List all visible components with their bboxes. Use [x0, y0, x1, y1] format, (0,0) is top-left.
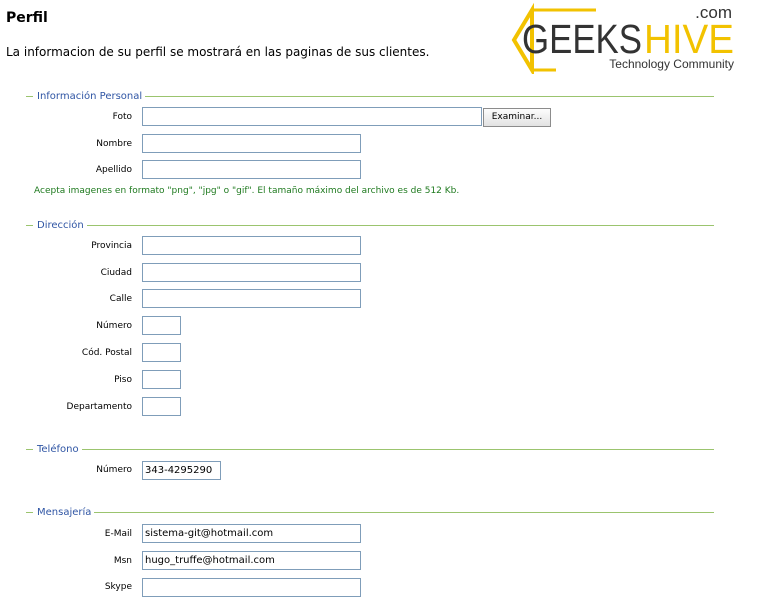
page-title: Perfil — [6, 10, 48, 26]
photo-format-note: Acepta imagenes en formato "png", "jpg" … — [34, 186, 460, 196]
section-mensajeria: Mensajería — [26, 506, 714, 520]
geekshive-logo: .com GEEKS HIVE Technology Community — [504, 2, 740, 74]
skype-input[interactable] — [142, 578, 361, 597]
section-rule — [26, 225, 714, 226]
section-personal: Información Personal — [26, 90, 714, 104]
email-input[interactable]: sistema-git@hotmail.com — [142, 524, 361, 543]
browse-button[interactable]: Examinar... — [483, 108, 551, 127]
depto-label: Departamento — [66, 402, 132, 412]
section-legend-telefono: Teléfono — [33, 443, 82, 456]
apellido-input[interactable] — [142, 160, 361, 179]
section-legend-personal: Información Personal — [33, 90, 146, 103]
section-telefono: Teléfono — [26, 443, 714, 457]
page-intro: La informacion de su perfil se mostrará … — [6, 45, 430, 59]
piso-input[interactable] — [142, 370, 181, 389]
foto-label: Foto — [112, 112, 132, 122]
calle-label: Calle — [109, 294, 132, 304]
telefono-input[interactable]: 343-4295290 — [142, 461, 221, 480]
section-rule — [26, 512, 714, 513]
numero-direccion-input[interactable] — [142, 316, 181, 335]
piso-label: Piso — [114, 375, 132, 385]
foto-file-input[interactable] — [142, 107, 482, 126]
cp-input[interactable] — [142, 343, 181, 362]
section-legend-direccion: Dirección — [33, 219, 87, 232]
apellido-label: Apellido — [95, 165, 132, 175]
msn-input[interactable]: hugo_truffe@hotmail.com — [142, 551, 361, 570]
telefono-numero-label: Número — [96, 465, 132, 475]
section-rule — [26, 449, 714, 450]
section-direccion: Dirección — [26, 219, 714, 233]
section-legend-mensajeria: Mensajería — [33, 506, 95, 519]
provincia-label: Provincia — [91, 241, 132, 251]
nombre-label: Nombre — [96, 139, 132, 149]
numero-direccion-label: Número — [96, 321, 132, 331]
ciudad-label: Ciudad — [100, 268, 132, 278]
msn-label: Msn — [113, 556, 132, 566]
calle-input[interactable] — [142, 289, 361, 308]
logo-brand-left: GEEKS — [522, 16, 642, 62]
email-label: E-Mail — [104, 529, 132, 539]
logo-tagline: Technology Community — [609, 57, 734, 71]
provincia-input[interactable] — [142, 236, 361, 255]
depto-input[interactable] — [142, 397, 181, 416]
nombre-input[interactable] — [142, 134, 361, 153]
cp-label: Cód. Postal — [81, 348, 132, 358]
skype-label: Skype — [104, 582, 132, 592]
logo-brand-right: HIVE — [644, 16, 734, 62]
ciudad-input[interactable] — [142, 263, 361, 282]
